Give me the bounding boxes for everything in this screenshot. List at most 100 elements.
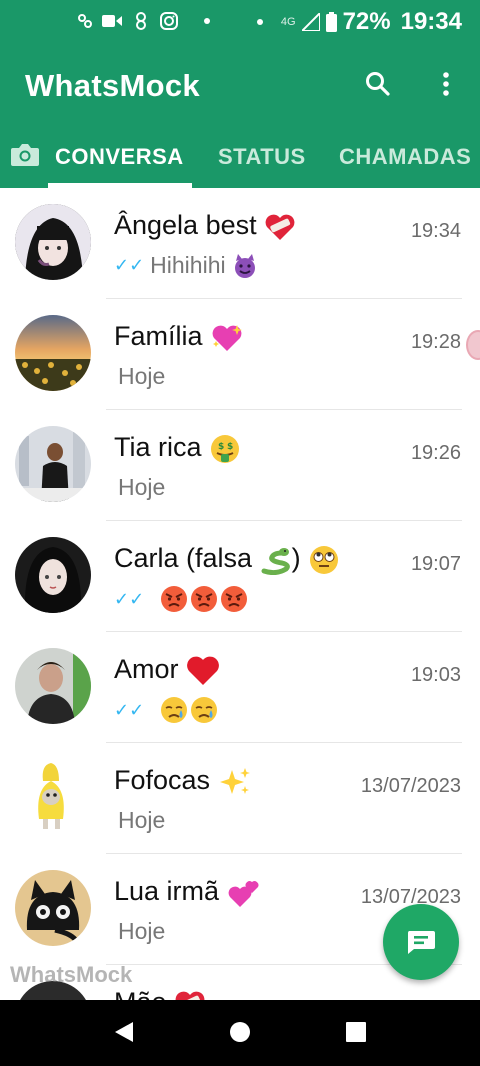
chat-name: Mãe — [114, 987, 206, 1000]
chat-name-suffix: ) — [291, 543, 301, 573]
more-vert-icon — [443, 72, 449, 96]
red-heart-emoji-icon — [187, 656, 219, 685]
chat-name-text: Ângela best — [114, 210, 257, 240]
avatar — [15, 204, 91, 280]
instagram-icon — [160, 12, 178, 30]
eye-roll-emoji-icon — [310, 545, 339, 574]
chat-preview: Hoje — [114, 807, 165, 834]
chat-name: Tia rica $ $ — [114, 432, 241, 465]
chat-preview-text: Hoje — [118, 474, 166, 500]
avatar — [15, 315, 91, 391]
read-ticks-icon: ✓✓ — [114, 255, 145, 275]
heart-bandage-emoji-icon — [175, 991, 205, 1000]
angry-emojis — [160, 585, 248, 613]
new-chat-icon — [407, 931, 435, 954]
chat-time: 19:07 — [410, 553, 461, 575]
chat-name: Lua irmã — [114, 876, 261, 909]
chat-name: Carla (falsa ) — [114, 543, 340, 576]
chat-preview: Hoje — [114, 918, 165, 945]
search-button[interactable] — [362, 68, 394, 100]
heart-bandage-emoji-icon — [265, 214, 295, 240]
chat-name-text: Tia rica — [114, 432, 202, 462]
chat-preview: Hoje — [114, 363, 165, 390]
snake-emoji-icon — [261, 547, 290, 575]
chat-time: 19:03 — [410, 664, 461, 686]
avatar — [15, 537, 91, 613]
money-mouth-emoji-icon: $ $ — [211, 434, 240, 463]
system-nav-bar — [0, 1000, 480, 1066]
angry-face-emoji-icon — [161, 586, 188, 612]
status-bar: 4G 72% 19:34 — [0, 0, 480, 46]
chat-name-text: Carla (falsa — [114, 543, 253, 573]
pinwheel-icon — [136, 12, 146, 30]
more-options-button[interactable] — [430, 68, 462, 100]
chat-preview: ✓✓ Hihihihi — [114, 252, 258, 279]
notification-icons — [78, 12, 210, 30]
chat-row[interactable]: Ângela best 19:34 ✓✓ Hihihihi — [0, 188, 480, 299]
chat-preview-text: Hoje — [118, 918, 166, 944]
dot-icon — [256, 19, 263, 25]
chat-preview-text: Hoje — [118, 807, 166, 833]
video-icon — [102, 15, 122, 27]
chat-name: Família — [114, 321, 244, 353]
status-right: 4G 72% 19:34 — [256, 8, 462, 36]
crying-emojis — [160, 696, 218, 724]
chat-preview: Hoje — [114, 474, 165, 501]
watermark: WhatsMock — [10, 962, 133, 987]
tab-conversa[interactable]: CONVERSA — [55, 144, 184, 170]
clock: 19:34 — [400, 8, 462, 35]
chat-preview-text: Hihihihi — [150, 252, 226, 278]
app-title: WhatsMock — [25, 68, 200, 103]
camera-tab[interactable] — [10, 142, 40, 173]
chat-row[interactable]: Fofocas 13/07/2023 Hoje — [0, 743, 480, 854]
chat-name-text: Amor — [114, 654, 179, 684]
chat-preview: ✓✓ — [114, 585, 248, 613]
chat-row[interactable]: Tia rica $ $ 19:26 Hoje — [0, 410, 480, 521]
signal-icon — [301, 13, 320, 31]
read-ticks-icon: ✓✓ — [114, 588, 145, 609]
new-chat-button[interactable] — [383, 904, 459, 980]
tab-chamadas[interactable]: CHAMADAS — [339, 144, 471, 170]
crying-face-emoji-icon — [161, 697, 188, 723]
read-ticks-icon: ✓✓ — [114, 699, 145, 720]
chat-time: 13/07/2023 — [360, 775, 461, 797]
angry-face-emoji-icon — [191, 586, 218, 612]
smiling-devil-emoji-icon — [234, 253, 255, 278]
back-icon — [115, 1022, 133, 1042]
chat-time: 19:34 — [410, 220, 461, 242]
chat-name: Fofocas — [114, 765, 252, 798]
sparkling-heart-emoji-icon — [212, 324, 243, 351]
home-button[interactable] — [229, 1020, 251, 1049]
chat-preview-text: Hoje — [118, 363, 166, 389]
back-button[interactable] — [113, 1020, 135, 1049]
app-header: 4G 72% 19:34 WhatsMock CONVERSA STATUS C… — [0, 0, 480, 188]
chat-time: 19:28 — [410, 331, 461, 353]
notification-icon — [78, 14, 92, 28]
chat-name-text: Fofocas — [114, 765, 211, 795]
chat-time: 19:26 — [410, 442, 461, 464]
chat-preview: ✓✓ — [114, 696, 218, 724]
battery-icon — [325, 12, 337, 32]
tab-status[interactable]: STATUS — [218, 144, 306, 170]
chat-name-text: Família — [114, 321, 203, 351]
chat-name: Ângela best — [114, 210, 296, 242]
battery-level: 72% — [342, 8, 391, 35]
svg-text:$: $ — [218, 442, 224, 452]
chat-row[interactable]: Amor 19:03 ✓✓ — [0, 632, 480, 743]
chat-row[interactable]: Família 19:28 Hoje — [0, 299, 480, 410]
camera-icon — [11, 144, 39, 166]
angry-face-emoji-icon — [221, 586, 248, 612]
sparkles-emoji-icon — [219, 767, 250, 794]
chat-row[interactable]: Carla (falsa ) 19:07 ✓✓ — [0, 521, 480, 632]
recents-icon — [346, 1022, 366, 1042]
chat-list: Ângela best 19:34 ✓✓ Hihihihi Família 19… — [0, 188, 480, 1000]
recents-button[interactable] — [345, 1020, 367, 1049]
chat-name: Amor — [114, 654, 220, 687]
avatar — [15, 870, 91, 946]
dot-icon — [204, 18, 210, 24]
search-icon — [366, 72, 390, 96]
crying-face-emoji-icon — [191, 697, 218, 723]
two-hearts-emoji-icon — [228, 881, 259, 907]
avatar — [15, 648, 91, 724]
home-icon — [230, 1022, 250, 1042]
